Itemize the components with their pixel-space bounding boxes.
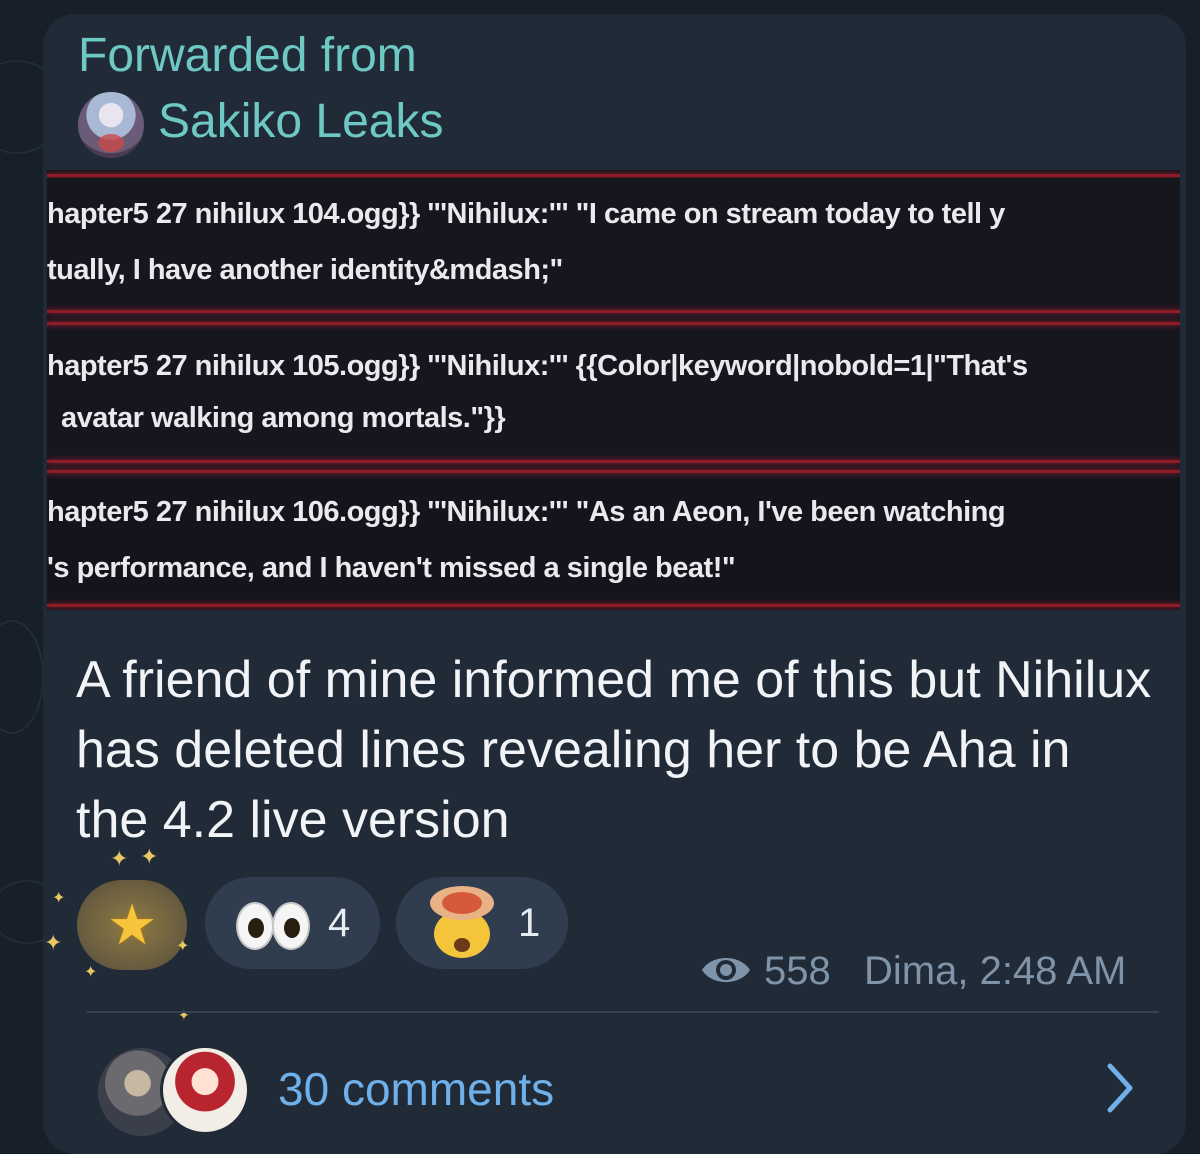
views-eye-icon bbox=[702, 958, 750, 982]
image-line-2: tually, I have another identity&mdash;" bbox=[47, 254, 563, 286]
red-divider bbox=[47, 310, 1180, 313]
comments-link[interactable]: 30 comments bbox=[278, 1062, 554, 1116]
views-count: 558 bbox=[764, 949, 831, 993]
red-divider bbox=[47, 470, 1180, 473]
commenter-avatar bbox=[160, 1045, 250, 1135]
sparkle-icon: ✦ bbox=[110, 846, 129, 871]
sparkle-icon: ✦ bbox=[176, 938, 190, 955]
reaction-count: 4 bbox=[328, 901, 351, 945]
attached-image[interactable]: hapter5 27 nihilux 104.ogg}} '''Nihilux:… bbox=[47, 170, 1180, 610]
sparkle-icon: ✦ bbox=[84, 964, 98, 981]
reaction-count: 1 bbox=[518, 901, 541, 945]
image-line-4: avatar walking among mortals."}} bbox=[61, 402, 506, 434]
forwarded-label: Forwarded from bbox=[78, 29, 417, 82]
image-line-1: hapter5 27 nihilux 104.ogg}} '''Nihilux:… bbox=[47, 198, 1005, 230]
background-doodle bbox=[0, 620, 44, 734]
eyes-icon bbox=[236, 902, 274, 950]
divider bbox=[87, 1011, 1159, 1013]
channel-avatar[interactable] bbox=[78, 92, 144, 158]
chevron-right-icon[interactable] bbox=[1100, 1060, 1140, 1116]
sparkle-icon: ✦ bbox=[140, 844, 159, 869]
star-icon: ★ bbox=[107, 893, 158, 956]
image-line-5: hapter5 27 nihilux 106.ogg}} '''Nihilux:… bbox=[47, 496, 1006, 528]
image-line-3: hapter5 27 nihilux 105.ogg}} '''Nihilux:… bbox=[47, 350, 1028, 382]
exploding-head-icon bbox=[428, 886, 496, 958]
sparkle-icon: ✦ bbox=[44, 930, 63, 955]
sparkle-icon: ✦ bbox=[178, 1007, 190, 1023]
red-divider bbox=[47, 460, 1180, 463]
red-divider bbox=[47, 174, 1180, 177]
channel-name-link[interactable]: Sakiko Leaks bbox=[158, 92, 444, 152]
author-timestamp: Dima, 2:48 AM bbox=[864, 949, 1127, 993]
red-divider bbox=[47, 322, 1180, 325]
image-line-6: 's performance, and I haven't missed a s… bbox=[47, 552, 736, 584]
red-divider bbox=[47, 604, 1180, 607]
sparkle-icon: ✦ bbox=[52, 890, 66, 907]
message-text: A friend of mine informed me of this but… bbox=[76, 651, 1152, 849]
eyes-icon bbox=[272, 902, 310, 950]
